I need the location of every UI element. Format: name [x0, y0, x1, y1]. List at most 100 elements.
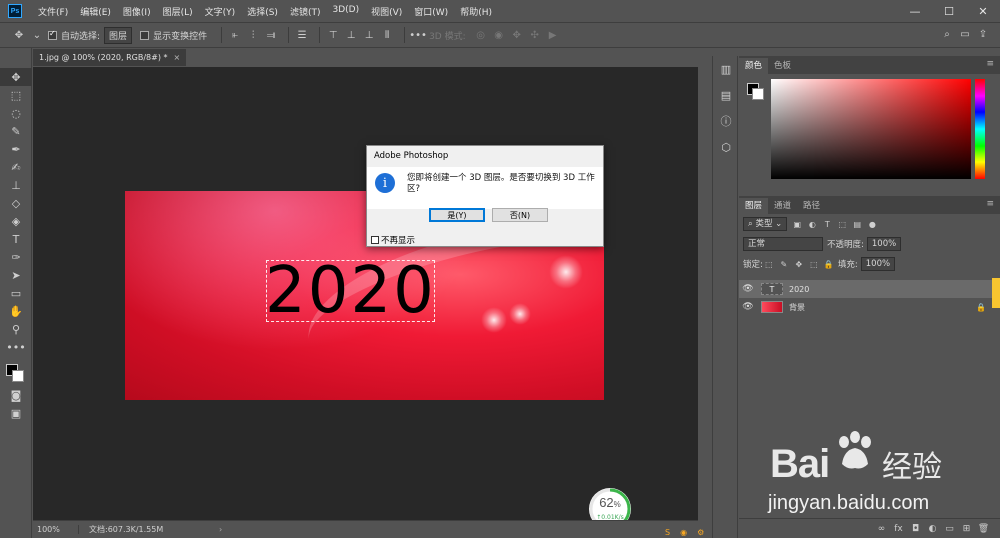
- tab-swatches[interactable]: 色板: [768, 58, 797, 74]
- menu-type[interactable]: 文字(Y): [199, 5, 242, 18]
- maximize-button[interactable]: ☐: [932, 0, 966, 22]
- menu-filter[interactable]: 滤镜(T): [284, 5, 327, 18]
- shape-tool-icon[interactable]: ▭: [0, 284, 32, 302]
- document-tab[interactable]: 1.jpg @ 100% (2020, RGB/8#) * ×: [33, 49, 187, 66]
- tab-paths[interactable]: 路径: [797, 198, 826, 214]
- pen-tool-icon[interactable]: ✑: [0, 248, 32, 266]
- hand-tool-icon[interactable]: ✋: [0, 302, 32, 320]
- lock-pixels-icon[interactable]: ✎: [778, 258, 790, 270]
- tab-layers[interactable]: 图层: [739, 198, 769, 214]
- eyedropper-tool-icon[interactable]: ✒: [0, 140, 32, 158]
- filter-adjustment-icon[interactable]: ◐: [806, 218, 818, 230]
- filter-smart-icon[interactable]: ▤: [851, 218, 863, 230]
- paint-bucket-tool-icon[interactable]: ◈: [0, 212, 32, 230]
- brush-tool-icon[interactable]: ✍: [0, 158, 32, 176]
- visibility-eye-icon[interactable]: 👁: [739, 302, 757, 312]
- status-arrow-icon[interactable]: ›: [219, 525, 222, 534]
- side-badge[interactable]: [992, 278, 1000, 308]
- background-color-swatch[interactable]: [12, 370, 24, 382]
- properties-icon[interactable]: ▤: [713, 82, 739, 108]
- menu-layer[interactable]: 图层(L): [157, 5, 199, 18]
- zoom-tool-icon[interactable]: ⚲: [0, 320, 32, 338]
- screen-mode-icon[interactable]: ▣: [0, 404, 32, 422]
- eraser-tool-icon[interactable]: ◇: [0, 194, 32, 212]
- align-bottom-icon[interactable]: ⊥: [362, 28, 376, 42]
- tab-channels[interactable]: 通道: [768, 198, 797, 214]
- slide-3d-icon[interactable]: ✣: [528, 28, 542, 42]
- no-button[interactable]: 否(N): [492, 208, 548, 222]
- hue-slider[interactable]: [975, 79, 985, 179]
- quick-mask-icon[interactable]: ◙: [0, 386, 32, 404]
- close-tab-icon[interactable]: ×: [173, 53, 180, 62]
- fill-input[interactable]: 100%: [860, 257, 896, 271]
- lock-artboard-icon[interactable]: ⬚: [808, 258, 820, 270]
- menu-file[interactable]: 文件(F): [32, 5, 74, 18]
- align-left-icon[interactable]: ⫦: [228, 28, 242, 42]
- move-tool-icon[interactable]: ✥: [0, 68, 32, 86]
- layer-name[interactable]: 2020: [789, 285, 809, 294]
- panel-menu-icon[interactable]: ≡: [986, 59, 994, 69]
- tray-s-icon[interactable]: S: [665, 528, 670, 537]
- auto-select-checkbox[interactable]: [48, 29, 57, 40]
- adjustment-icon[interactable]: ◐: [924, 524, 941, 534]
- show-transform-option[interactable]: 显示变换控件: [140, 29, 207, 42]
- distribute-vertical-icon[interactable]: ⦀: [380, 28, 394, 42]
- show-transform-checkbox[interactable]: [140, 30, 150, 40]
- history-icon[interactable]: ▥: [713, 56, 739, 82]
- marquee-tool-icon[interactable]: ⬚: [0, 86, 32, 104]
- menu-image[interactable]: 图像(I): [117, 5, 157, 18]
- auto-select-option[interactable]: 自动选择: 图层: [48, 26, 133, 44]
- more-tools-icon[interactable]: •••: [0, 338, 32, 356]
- layer-filter-dropdown[interactable]: ⌕ 类型 ⌄: [743, 217, 788, 231]
- align-middle-icon[interactable]: ⊥: [344, 28, 358, 42]
- dont-show-again-checkbox[interactable]: [371, 236, 379, 244]
- filter-type-icon[interactable]: T: [821, 218, 833, 230]
- filter-toggle-icon[interactable]: ●: [866, 218, 878, 230]
- visibility-eye-icon[interactable]: 👁: [739, 284, 757, 294]
- color-swatches[interactable]: [0, 356, 32, 386]
- tray-settings-icon[interactable]: ⚙: [697, 528, 704, 537]
- move-tool-icon[interactable]: ✥: [12, 28, 26, 42]
- layer-row[interactable]: 👁 T 2020: [739, 280, 1000, 298]
- 3d-cube-icon[interactable]: ⬡: [713, 134, 739, 160]
- zoom-level[interactable]: 100%: [33, 525, 79, 534]
- type-tool-icon[interactable]: T: [0, 230, 32, 248]
- text-layer-2020[interactable]: 2020: [265, 259, 436, 323]
- align-top-icon[interactable]: ⊤: [326, 28, 340, 42]
- mask-icon[interactable]: ◘: [907, 524, 924, 534]
- roll-3d-icon[interactable]: ◉: [492, 28, 506, 42]
- menu-select[interactable]: 选择(S): [241, 5, 284, 18]
- close-button[interactable]: ✕: [966, 0, 1000, 22]
- lock-all-icon[interactable]: 🔒: [823, 258, 835, 270]
- color-picker-field[interactable]: [771, 79, 971, 179]
- filter-shape-icon[interactable]: ⬚: [836, 218, 848, 230]
- workspace-icon[interactable]: ▭: [958, 27, 972, 41]
- path-select-tool-icon[interactable]: ➤: [0, 266, 32, 284]
- panel-menu-icon[interactable]: ≡: [986, 199, 994, 209]
- opacity-input[interactable]: 100%: [866, 237, 902, 251]
- menu-edit[interactable]: 编辑(E): [74, 5, 117, 18]
- menu-3d[interactable]: 3D(D): [326, 5, 365, 18]
- layer-name[interactable]: 背景: [789, 302, 805, 313]
- background-color-swatch[interactable]: [752, 88, 764, 100]
- share-icon[interactable]: ⇪: [976, 27, 990, 41]
- info-icon[interactable]: ⓘ: [713, 108, 739, 134]
- minimize-button[interactable]: —: [898, 0, 932, 22]
- menu-window[interactable]: 窗口(W): [408, 5, 454, 18]
- align-right-icon[interactable]: ⫥: [264, 28, 278, 42]
- lock-transparent-icon[interactable]: ⬚: [763, 258, 775, 270]
- group-icon[interactable]: ▭: [941, 524, 958, 534]
- dont-show-again-option[interactable]: 不再显示: [371, 234, 415, 246]
- menu-view[interactable]: 视图(V): [365, 5, 408, 18]
- lasso-tool-icon[interactable]: ◌: [0, 104, 32, 122]
- tray-mic-icon[interactable]: ◉: [680, 528, 687, 537]
- quick-select-tool-icon[interactable]: ✎: [0, 122, 32, 140]
- yes-button[interactable]: 是(Y): [429, 208, 485, 222]
- trash-icon[interactable]: 🗑: [975, 524, 992, 534]
- fx-icon[interactable]: fx: [890, 524, 907, 534]
- filter-pixel-icon[interactable]: ▣: [791, 218, 803, 230]
- orbit-3d-icon[interactable]: ◎: [474, 28, 488, 42]
- blend-mode-dropdown[interactable]: 正常: [743, 237, 823, 251]
- layer-row[interactable]: 👁 背景 🔒: [739, 298, 1000, 316]
- distribute-icon[interactable]: ☰: [295, 28, 309, 42]
